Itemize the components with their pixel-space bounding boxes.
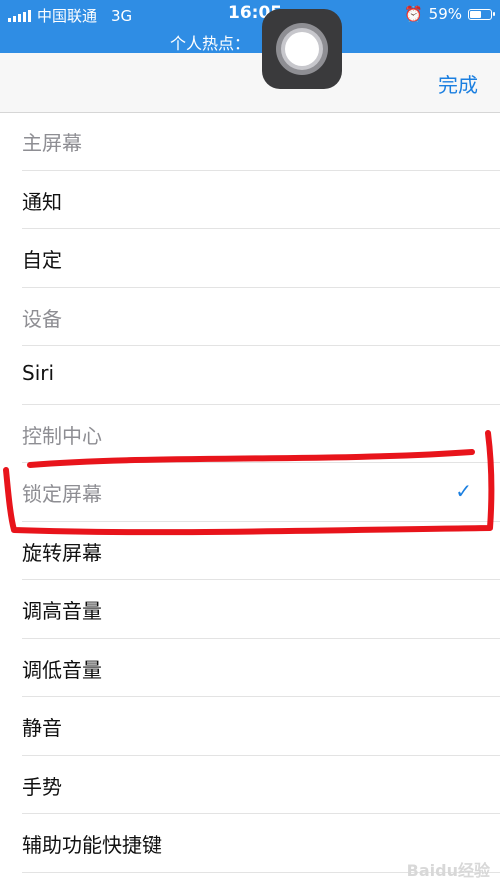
- list-item-label: Siri: [22, 361, 55, 385]
- signal-strength-icon: [8, 9, 31, 22]
- battery-icon: [468, 8, 495, 20]
- carrier-name: 中国联通: [37, 7, 98, 25]
- list-item[interactable]: Siri: [22, 346, 500, 405]
- list-item-label: 通知: [22, 189, 62, 214]
- done-button[interactable]: 完成: [438, 69, 478, 98]
- list-item[interactable]: 主屏幕: [22, 112, 500, 171]
- network-type: 3G: [111, 6, 133, 25]
- battery-percent: 59%: [428, 5, 462, 23]
- list-item-label: 设备: [22, 306, 62, 331]
- list-item[interactable]: 设备: [22, 288, 500, 346]
- list-item[interactable]: 旋转屏幕: [22, 522, 500, 580]
- list-item-label: 锁定屏幕: [22, 482, 102, 506]
- list-item[interactable]: 静音: [22, 697, 500, 756]
- list-item-label: 控制中心: [22, 423, 102, 448]
- list-item[interactable]: 控制中心: [22, 405, 500, 463]
- watermark: Baidu经验: [406, 861, 490, 880]
- list-item-label: 调高音量: [22, 599, 102, 623]
- alarm-icon: ⏰: [403, 5, 423, 23]
- checkmark-icon: ✓: [455, 479, 472, 503]
- hotspot-banner[interactable]: 个人热点：: [170, 30, 250, 54]
- list-item[interactable]: 调高音量: [22, 580, 500, 639]
- list-item[interactable]: 锁定屏幕 ✓: [22, 463, 500, 522]
- list-item-label: 主屏幕: [22, 131, 82, 155]
- list-item[interactable]: 调低音量: [22, 639, 500, 697]
- list-item-label: 静音: [22, 716, 62, 740]
- list-item-label: 手势: [22, 774, 62, 799]
- status-right: ⏰ 59%: [403, 5, 495, 23]
- navigation-bar: 完成: [0, 53, 500, 113]
- list-item-label: 自定: [22, 248, 62, 272]
- status-bar: 中国联通 3G 16:05 ⏰ 59% 个人热点：: [0, 0, 500, 53]
- assistive-touch-icon[interactable]: [262, 9, 342, 89]
- list-item-label: 调低音量: [22, 657, 102, 682]
- list-item[interactable]: 自定: [22, 229, 500, 288]
- list-item-label: 旋转屏幕: [22, 540, 102, 565]
- list-item[interactable]: 通知: [22, 171, 500, 229]
- list-item[interactable]: 手势: [22, 756, 500, 814]
- list-item-label: 辅助功能快捷键: [22, 833, 162, 857]
- action-list: 主屏幕通知自定设备 Siri 控制中心锁定屏幕 ✓ 旋转屏幕调高音量调低音量静音手势辅助…: [0, 112, 500, 873]
- status-left: 中国联通 3G: [8, 5, 132, 26]
